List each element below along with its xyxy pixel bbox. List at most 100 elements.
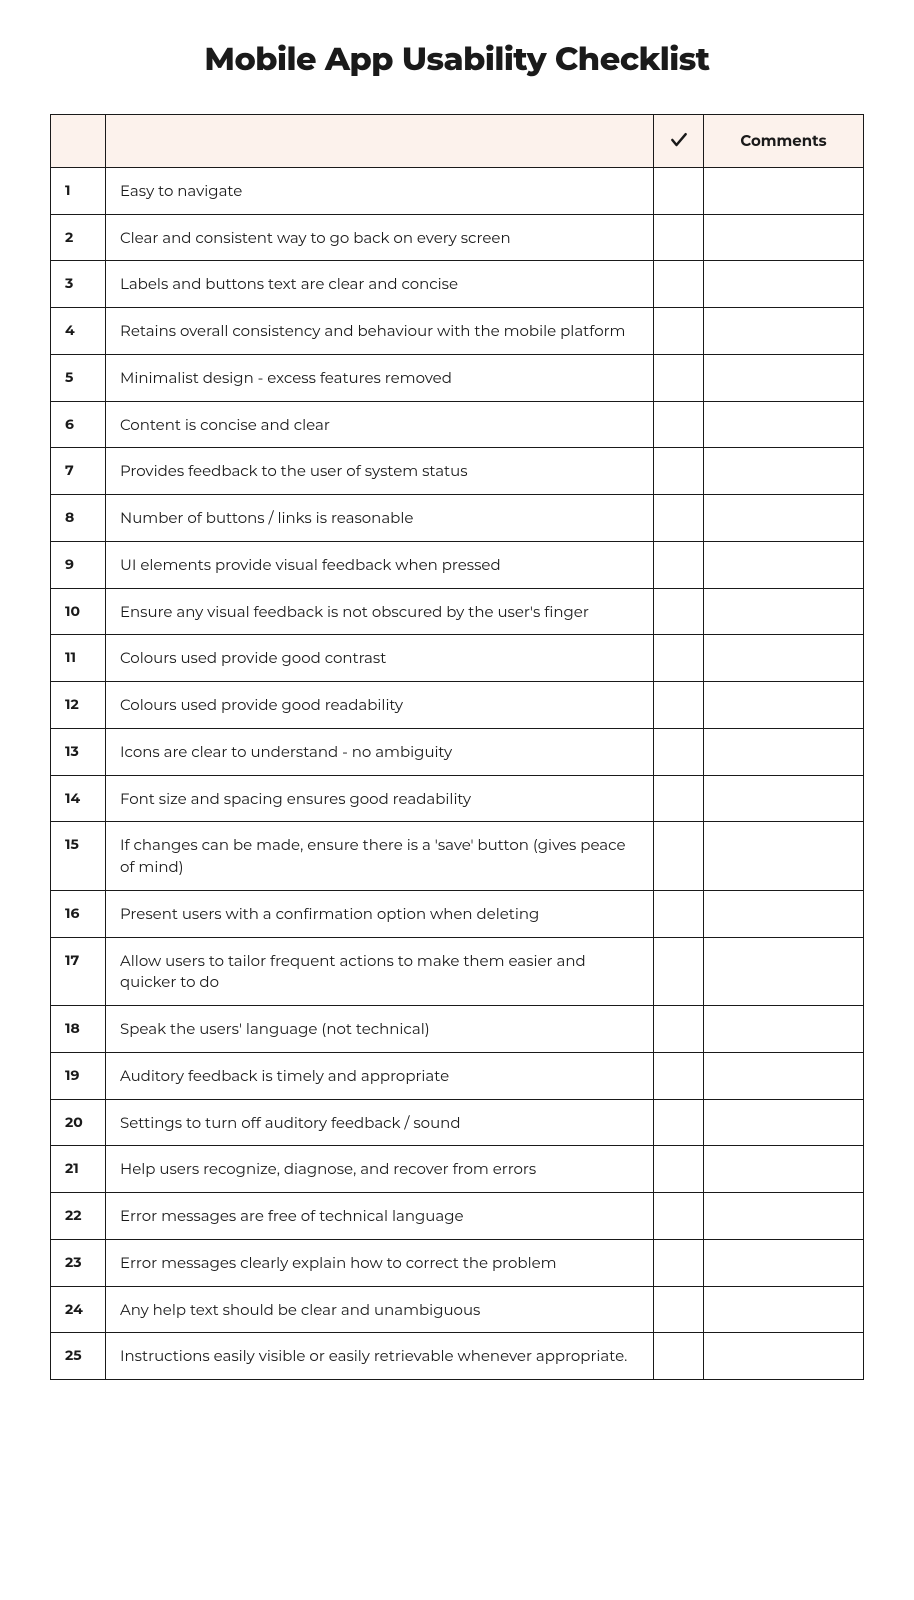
- table-row: 18Speak the users' language (not technic…: [51, 1006, 864, 1053]
- row-number: 11: [51, 635, 106, 682]
- row-item-text: Clear and consistent way to go back on e…: [106, 214, 654, 261]
- row-comments-cell[interactable]: [704, 1052, 864, 1099]
- row-check-cell[interactable]: [654, 214, 704, 261]
- row-number: 16: [51, 890, 106, 937]
- row-item-text: Easy to navigate: [106, 167, 654, 214]
- table-row: 6Content is concise and clear: [51, 401, 864, 448]
- row-comments-cell[interactable]: [704, 822, 864, 891]
- table-row: 1Easy to navigate: [51, 167, 864, 214]
- row-check-cell[interactable]: [654, 1099, 704, 1146]
- row-comments-cell[interactable]: [704, 448, 864, 495]
- row-check-cell[interactable]: [654, 495, 704, 542]
- row-item-text: Minimalist design - excess features remo…: [106, 354, 654, 401]
- row-comments-cell[interactable]: [704, 541, 864, 588]
- row-number: 25: [51, 1333, 106, 1380]
- row-check-cell[interactable]: [654, 354, 704, 401]
- table-row: 25Instructions easily visible or easily …: [51, 1333, 864, 1380]
- row-check-cell[interactable]: [654, 682, 704, 729]
- row-item-text: Ensure any visual feedback is not obscur…: [106, 588, 654, 635]
- header-check: [654, 115, 704, 168]
- table-row: 8Number of buttons / links is reasonable: [51, 495, 864, 542]
- row-number: 4: [51, 308, 106, 355]
- row-check-cell[interactable]: [654, 541, 704, 588]
- row-comments-cell[interactable]: [704, 1146, 864, 1193]
- table-row: 17Allow users to tailor frequent actions…: [51, 937, 864, 1006]
- row-item-text: Any help text should be clear and unambi…: [106, 1286, 654, 1333]
- row-comments-cell[interactable]: [704, 1193, 864, 1240]
- row-comments-cell[interactable]: [704, 890, 864, 937]
- row-number: 22: [51, 1193, 106, 1240]
- row-comments-cell[interactable]: [704, 308, 864, 355]
- row-comments-cell[interactable]: [704, 214, 864, 261]
- row-comments-cell[interactable]: [704, 167, 864, 214]
- row-comments-cell[interactable]: [704, 1006, 864, 1053]
- row-comments-cell[interactable]: [704, 635, 864, 682]
- row-comments-cell[interactable]: [704, 495, 864, 542]
- row-check-cell[interactable]: [654, 401, 704, 448]
- row-check-cell[interactable]: [654, 308, 704, 355]
- row-comments-cell[interactable]: [704, 1099, 864, 1146]
- row-check-cell[interactable]: [654, 728, 704, 775]
- row-number: 12: [51, 682, 106, 729]
- row-number: 24: [51, 1286, 106, 1333]
- row-number: 15: [51, 822, 106, 891]
- row-number: 14: [51, 775, 106, 822]
- row-item-text: UI elements provide visual feedback when…: [106, 541, 654, 588]
- row-comments-cell[interactable]: [704, 728, 864, 775]
- table-row: 10Ensure any visual feedback is not obsc…: [51, 588, 864, 635]
- row-check-cell[interactable]: [654, 1239, 704, 1286]
- row-item-text: Help users recognize, diagnose, and reco…: [106, 1146, 654, 1193]
- row-item-text: Speak the users' language (not technical…: [106, 1006, 654, 1053]
- row-check-cell[interactable]: [654, 775, 704, 822]
- row-number: 18: [51, 1006, 106, 1053]
- row-check-cell[interactable]: [654, 1193, 704, 1240]
- header-comments: Comments: [704, 115, 864, 168]
- page-title: Mobile App Usability Checklist: [50, 40, 864, 79]
- row-number: 2: [51, 214, 106, 261]
- row-number: 8: [51, 495, 106, 542]
- row-comments-cell[interactable]: [704, 1286, 864, 1333]
- row-check-cell[interactable]: [654, 822, 704, 891]
- table-row: 24Any help text should be clear and unam…: [51, 1286, 864, 1333]
- row-comments-cell[interactable]: [704, 1239, 864, 1286]
- row-check-cell[interactable]: [654, 1286, 704, 1333]
- table-row: 4Retains overall consistency and behavio…: [51, 308, 864, 355]
- row-item-text: Settings to turn off auditory feedback /…: [106, 1099, 654, 1146]
- row-check-cell[interactable]: [654, 1052, 704, 1099]
- row-comments-cell[interactable]: [704, 261, 864, 308]
- row-comments-cell[interactable]: [704, 1333, 864, 1380]
- row-item-text: Present users with a confirmation option…: [106, 890, 654, 937]
- row-comments-cell[interactable]: [704, 401, 864, 448]
- row-check-cell[interactable]: [654, 261, 704, 308]
- table-row: 14Font size and spacing ensures good rea…: [51, 775, 864, 822]
- checklist-table: Comments 1Easy to navigate2Clear and con…: [50, 114, 864, 1380]
- row-comments-cell[interactable]: [704, 588, 864, 635]
- table-row: 3Labels and buttons text are clear and c…: [51, 261, 864, 308]
- row-check-cell[interactable]: [654, 1146, 704, 1193]
- row-check-cell[interactable]: [654, 1333, 704, 1380]
- row-check-cell[interactable]: [654, 937, 704, 1006]
- row-comments-cell[interactable]: [704, 682, 864, 729]
- row-check-cell[interactable]: [654, 167, 704, 214]
- row-number: 9: [51, 541, 106, 588]
- row-number: 5: [51, 354, 106, 401]
- header-item: [106, 115, 654, 168]
- row-item-text: Provides feedback to the user of system …: [106, 448, 654, 495]
- row-check-cell[interactable]: [654, 890, 704, 937]
- row-check-cell[interactable]: [654, 1006, 704, 1053]
- row-number: 23: [51, 1239, 106, 1286]
- row-check-cell[interactable]: [654, 588, 704, 635]
- table-row: 13Icons are clear to understand - no amb…: [51, 728, 864, 775]
- table-row: 2Clear and consistent way to go back on …: [51, 214, 864, 261]
- row-check-cell[interactable]: [654, 448, 704, 495]
- row-item-text: Instructions easily visible or easily re…: [106, 1333, 654, 1380]
- row-comments-cell[interactable]: [704, 354, 864, 401]
- row-item-text: Colours used provide good readability: [106, 682, 654, 729]
- row-comments-cell[interactable]: [704, 937, 864, 1006]
- row-number: 17: [51, 937, 106, 1006]
- row-comments-cell[interactable]: [704, 775, 864, 822]
- row-item-text: If changes can be made, ensure there is …: [106, 822, 654, 891]
- row-check-cell[interactable]: [654, 635, 704, 682]
- row-number: 13: [51, 728, 106, 775]
- row-item-text: Auditory feedback is timely and appropri…: [106, 1052, 654, 1099]
